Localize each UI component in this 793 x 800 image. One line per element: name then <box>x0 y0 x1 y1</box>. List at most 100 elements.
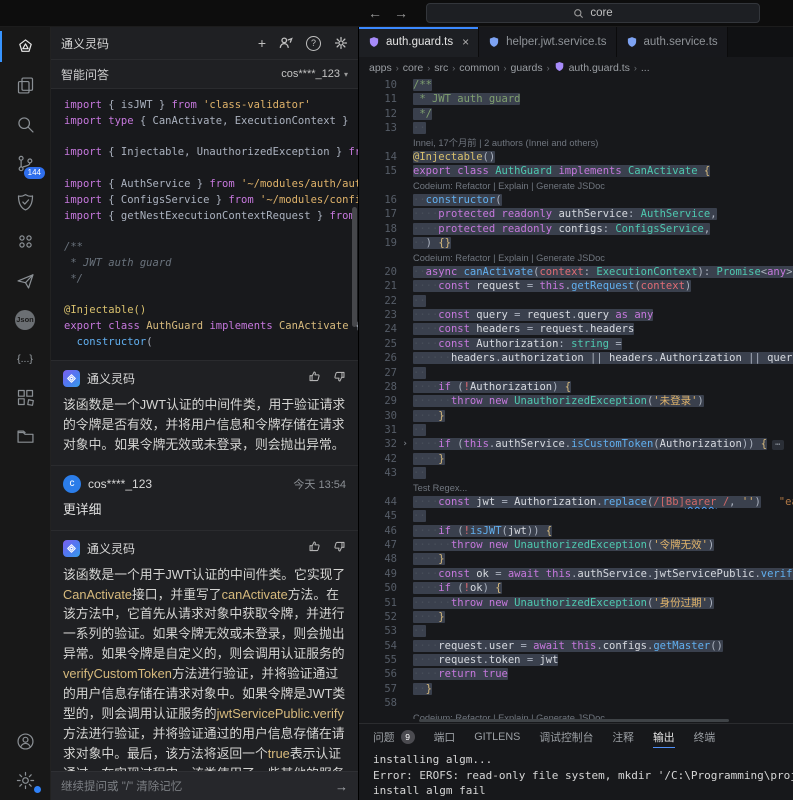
line-number: 54 <box>359 639 397 653</box>
breadcrumb-item-core[interactable]: core <box>403 62 423 74</box>
panel-tab-终端[interactable]: 终端 <box>694 724 716 750</box>
activity-testing-icon[interactable] <box>0 183 50 222</box>
editor-tab-auth.guard.ts[interactable]: auth.guard.ts× <box>359 27 479 57</box>
code-line: 45·· <box>359 509 793 523</box>
ai-message: 通义灵码该函数是一个用于JWT认证的中间件类。它实现了CanActivate接口… <box>51 530 358 771</box>
new-chat-icon[interactable]: + <box>258 36 266 50</box>
breadcrumb-item-src[interactable]: src <box>434 62 448 74</box>
activity-hub-icon[interactable] <box>0 222 50 261</box>
chat-mode-bar: 智能问答 cos****_123 ▾ <box>51 60 358 89</box>
tongyi-chat-panel: 通义灵码 + ? 智能问答 cos****_123 ▾ import { isJ… <box>51 27 359 800</box>
line-number: 17 <box>359 207 397 221</box>
help-icon[interactable]: ? <box>306 36 321 51</box>
breadcrumb-item-common[interactable]: common <box>459 62 499 74</box>
code-line: 51······throw new UnauthorizedException(… <box>359 596 793 610</box>
editor-tab-bar: auth.guard.ts×helper.jwt.service.tsauth.… <box>359 27 793 57</box>
code-line: 32 ›····if (this.authService.isCustomTok… <box>359 437 793 451</box>
line-number <box>359 179 397 193</box>
panel-tab-GITLENS[interactable]: GITLENS <box>474 724 520 750</box>
code-line: 22·· <box>359 294 793 308</box>
activity-snippets-icon[interactable]: {...} <box>0 339 50 378</box>
activity-accounts-icon[interactable] <box>0 722 50 761</box>
line-number: 51 <box>359 596 397 610</box>
title-bar: ← → core <box>0 0 793 27</box>
line-number: 46 <box>359 524 397 538</box>
code-line: 18····protected readonly configs: Config… <box>359 222 793 236</box>
chat-settings-gear-icon[interactable] <box>334 36 348 50</box>
panel-tab-问题[interactable]: 问题9 <box>373 724 415 750</box>
code-line: 28····if (!Authorization) { <box>359 380 793 394</box>
chat-input[interactable]: 继续提问或 "/" 清除记忆 → <box>51 771 358 800</box>
line-number: 14 <box>359 150 397 164</box>
line-number <box>359 251 397 265</box>
line-number: 29 <box>359 394 397 408</box>
code-line: 16··constructor( <box>359 193 793 207</box>
line-number: 50 <box>359 581 397 595</box>
activity-live-share-icon[interactable] <box>0 261 50 300</box>
output-line: installing algm... <box>373 752 793 768</box>
activity-source-control-icon[interactable]: 144 <box>0 144 50 183</box>
editor-tab-helper.jwt.service.ts[interactable]: helper.jwt.service.ts <box>479 27 616 57</box>
line-number: 25 <box>359 337 397 351</box>
send-icon[interactable]: → <box>335 779 348 794</box>
activity-tongyi-lingma-icon[interactable] <box>0 27 50 66</box>
account-switcher[interactable]: cos****_123 ▾ <box>281 68 348 80</box>
user-avatar: c <box>63 475 81 493</box>
breadcrumb-separator: › <box>452 63 455 73</box>
message-body: 该函数是一个用于JWT认证的中间件类。它实现了CanActivate接口，并重写… <box>63 565 346 771</box>
breadcrumb-separator: › <box>503 63 506 73</box>
horizontal-scrollbar[interactable] <box>359 719 793 723</box>
activity-remote-folder-icon[interactable] <box>0 417 50 456</box>
thumbs-up-icon[interactable] <box>308 540 321 558</box>
code-line: 21····const request = this.getRequest(co… <box>359 279 793 293</box>
line-number <box>359 136 397 150</box>
output-console[interactable]: installing algm...Error: EROFS: read-onl… <box>359 750 793 800</box>
thumbs-down-icon[interactable] <box>333 540 346 558</box>
chat-scrollbar[interactable] <box>352 207 357 327</box>
close-icon[interactable]: × <box>462 35 469 49</box>
line-number <box>359 711 397 720</box>
panel-tab-注释[interactable]: 注释 <box>612 724 634 750</box>
thumbs-down-icon[interactable] <box>333 370 346 388</box>
codelens-row: Codeium: Refactor | Explain | Generate J… <box>359 711 793 720</box>
editor-tab-auth.service.ts[interactable]: auth.service.ts <box>617 27 728 57</box>
breadcrumb-item-guards[interactable]: guards <box>510 62 542 74</box>
fold-chevron-icon[interactable]: › <box>397 437 413 451</box>
code-line: 46····if (!isJWT(jwt)) { <box>359 524 793 538</box>
activity-search-icon[interactable] <box>0 105 50 144</box>
chat-scroll-area[interactable]: import { isJWT } from 'class-validator'i… <box>51 89 358 771</box>
nav-back-icon[interactable]: ← <box>368 0 382 26</box>
code-line: 57··} <box>359 682 793 696</box>
line-number <box>359 481 397 495</box>
activity-json-tool-icon[interactable]: Json <box>0 300 50 339</box>
breadcrumb-item-...[interactable]: ... <box>641 62 650 74</box>
code-line: 47······throw new UnauthorizedException(… <box>359 538 793 552</box>
panel-tab-输出[interactable]: 输出 <box>653 724 675 750</box>
panel-tab-端口[interactable]: 端口 <box>434 724 456 750</box>
panel-tab-调试控制台[interactable]: 调试控制台 <box>539 724 593 750</box>
line-number: 55 <box>359 653 397 667</box>
breadcrumb-item-apps[interactable]: apps <box>369 62 392 74</box>
chat-panel-header: 通义灵码 + ? <box>51 27 358 60</box>
breadcrumb[interactable]: apps›core›src›common›guards›auth.guard.t… <box>359 57 793 78</box>
nav-forward-icon[interactable]: → <box>394 0 408 26</box>
line-number: 22 <box>359 294 397 308</box>
breadcrumb-item-auth.guard.ts[interactable]: auth.guard.ts <box>569 62 630 74</box>
ai-author-name: 通义灵码 <box>87 540 135 557</box>
user-name: cos****_123 <box>88 477 152 491</box>
command-center-search[interactable]: core <box>426 3 760 23</box>
activity-settings-icon[interactable] <box>0 761 50 800</box>
activity-explorer-icon[interactable] <box>0 66 50 105</box>
line-number: 16 <box>359 193 397 207</box>
folded-code-ellipsis[interactable]: ⋯ <box>772 440 783 450</box>
activity-extensions-grid-icon[interactable] <box>0 378 50 417</box>
code-line: 43·· <box>359 466 793 480</box>
feedback-person-icon[interactable] <box>279 36 293 50</box>
code-editor[interactable]: 10/**11 * JWT auth guard12 */13··Innei, … <box>359 78 793 719</box>
line-number: 56 <box>359 667 397 681</box>
thumbs-up-icon[interactable] <box>308 370 321 388</box>
breadcrumb-separator: › <box>427 63 430 73</box>
problems-count-badge: 9 <box>401 730 415 744</box>
code-line: 10/** <box>359 78 793 92</box>
line-number: 11 <box>359 92 397 106</box>
